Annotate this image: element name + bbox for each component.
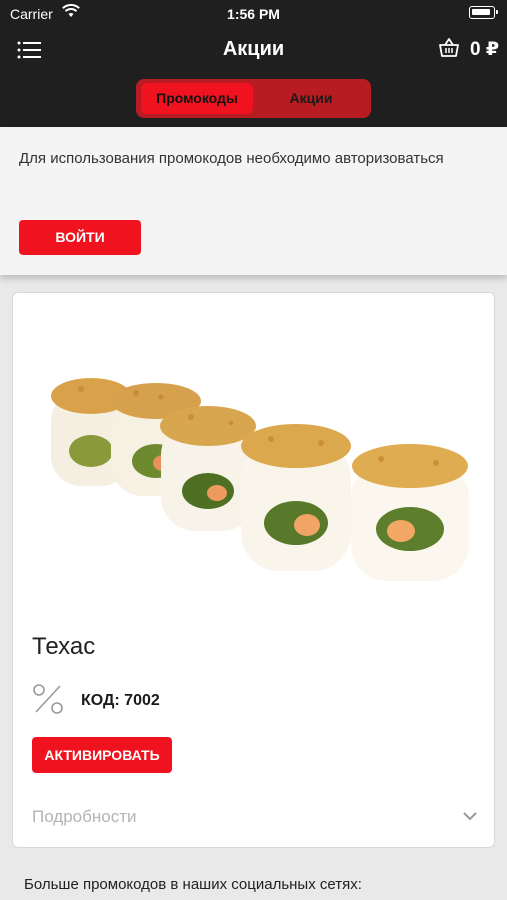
- social-caption: Больше промокодов в наших социальных сет…: [24, 876, 362, 893]
- chevron-down-icon: [463, 812, 477, 821]
- status-time: 1:56 PM: [227, 6, 280, 22]
- page-title: Акции: [222, 38, 285, 60]
- status-bar: Carrier 1:56 PM: [0, 0, 507, 28]
- sushi-rolls-image: [51, 378, 469, 581]
- tab-promotions[interactable]: Акции: [256, 83, 366, 114]
- activate-button[interactable]: АКТИВИРОВАТЬ: [32, 737, 172, 773]
- segmented-control: Промокоды Акции: [136, 79, 371, 118]
- auth-message: Для использования промокодов необходимо …: [19, 150, 444, 167]
- top-bar: Carrier 1:56 PM Акции 0 ₽ Промокоды Акци…: [0, 0, 507, 127]
- details-label: Подробности: [32, 807, 137, 826]
- auth-panel: Для использования промокодов необходимо …: [0, 127, 507, 275]
- promo-card: Техас КОД: 7002 АКТИВИРОВАТЬ Подробности: [12, 292, 495, 848]
- promo-code: КОД: 7002: [81, 692, 160, 709]
- login-button[interactable]: ВОЙТИ: [19, 220, 141, 255]
- details-toggle[interactable]: Подробности: [13, 793, 496, 841]
- battery-icon: [469, 6, 498, 19]
- percent-icon: [33, 684, 63, 714]
- promo-title: Техас: [32, 633, 96, 660]
- basket-icon[interactable]: [438, 37, 460, 59]
- cart-total[interactable]: 0 ₽: [470, 38, 499, 61]
- tab-promocodes[interactable]: Промокоды: [141, 83, 253, 114]
